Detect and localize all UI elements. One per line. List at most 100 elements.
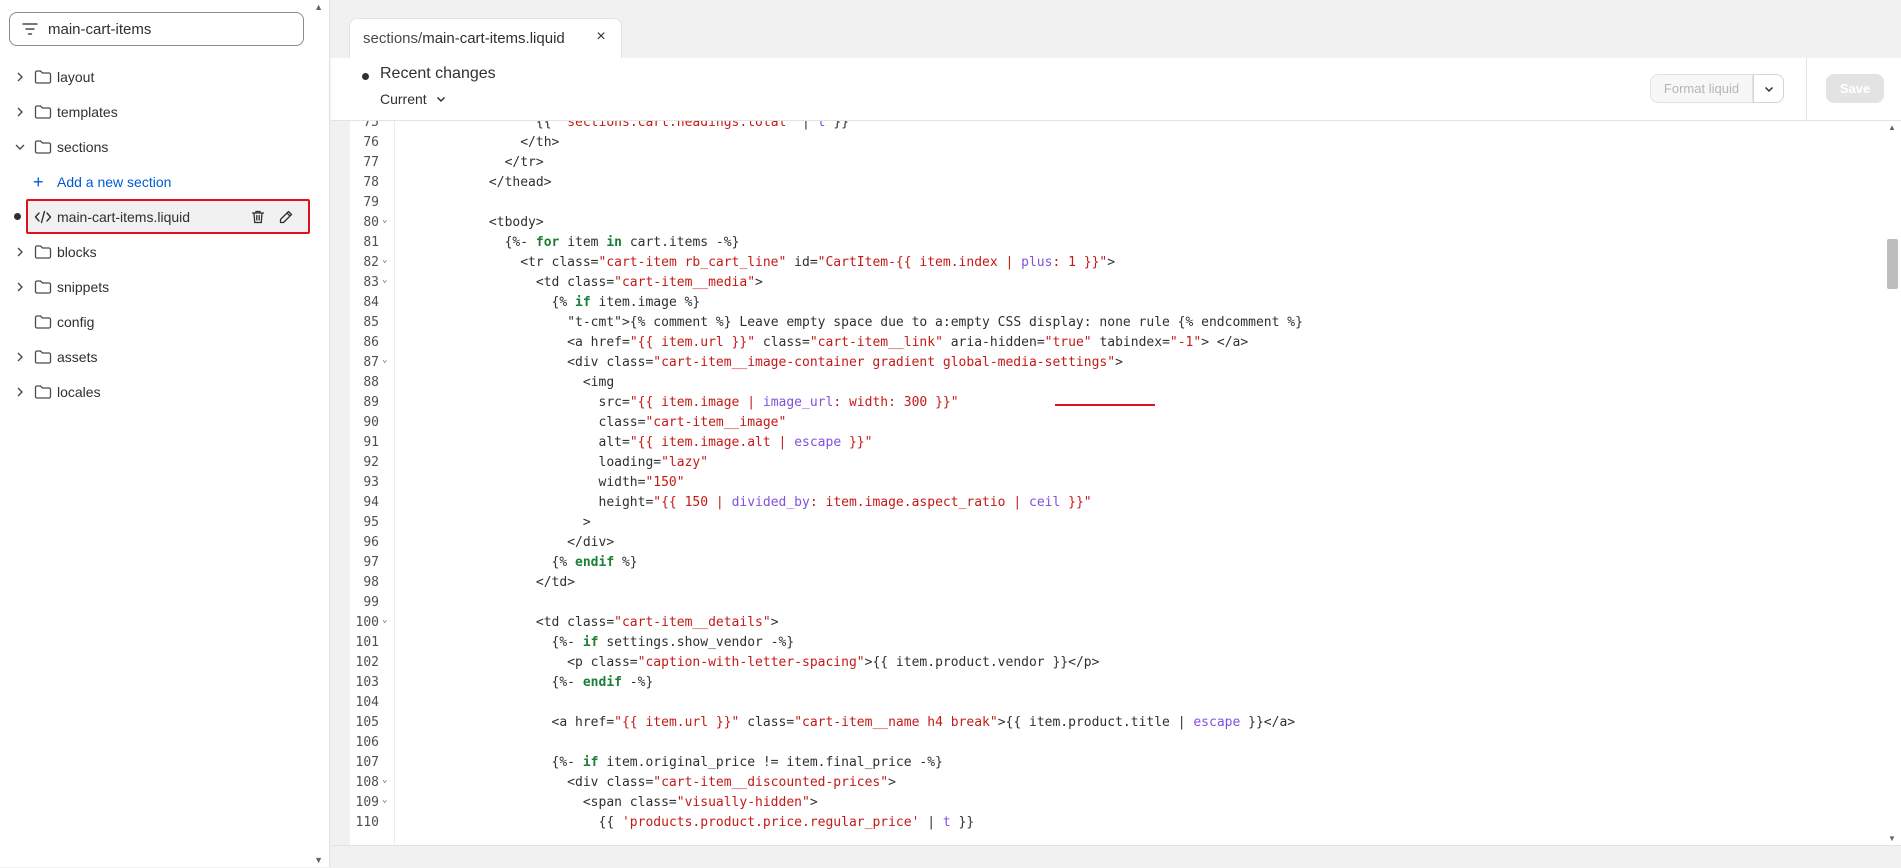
version-dropdown[interactable]: Current [380, 91, 447, 107]
folder-config[interactable]: config [0, 304, 329, 339]
code-line[interactable]: 76 </th> [350, 133, 1870, 153]
folder-templates[interactable]: templates [0, 94, 329, 129]
code-line[interactable]: 96 </div> [350, 533, 1870, 553]
folder-assets[interactable]: assets [0, 339, 329, 374]
code-line[interactable]: 106 [350, 733, 1870, 753]
code-line[interactable]: 79 [350, 193, 1870, 213]
line-number: 110 [355, 815, 379, 830]
line-number: 89 [363, 395, 379, 410]
folder-snippets[interactable]: snippets [0, 269, 329, 304]
filter-icon[interactable] [20, 19, 40, 39]
pencil-icon[interactable] [278, 209, 294, 225]
chevron-right-icon[interactable] [12, 69, 28, 85]
folder-label: assets [57, 348, 98, 365]
code-line[interactable]: 89 src="{{ item.image | image_url: width… [350, 393, 1870, 413]
code-line[interactable]: 98 </td> [350, 573, 1870, 593]
scroll-up-icon[interactable]: ▲ [1888, 123, 1896, 132]
code-line[interactable]: 104 [350, 693, 1870, 713]
chevron-right-icon[interactable] [12, 279, 28, 295]
fold-chevron-icon[interactable]: ⌄ [382, 616, 391, 625]
folder-icon [34, 69, 52, 85]
code-text: {% endif %} [395, 555, 638, 570]
line-number: 82 [363, 255, 379, 270]
code-line[interactable]: 78 </thead> [350, 173, 1870, 193]
format-liquid-button[interactable]: Format liquid [1650, 74, 1753, 103]
code-line[interactable]: 93 width="150" [350, 473, 1870, 493]
trash-icon[interactable] [250, 209, 266, 225]
code-line[interactable]: 92 loading="lazy" [350, 453, 1870, 473]
code-line[interactable]: 95 > [350, 513, 1870, 533]
folder-label: templates [57, 103, 118, 120]
code-line[interactable]: 99 [350, 593, 1870, 613]
code-line[interactable]: 100 ⌄ <td class="cart-item__details"> [350, 613, 1870, 633]
code-line[interactable]: 90 class="cart-item__image" [350, 413, 1870, 433]
code-line[interactable]: 101 {%- if settings.show_vendor -%} [350, 633, 1870, 653]
code-line[interactable]: 84 {% if item.image %} [350, 293, 1870, 313]
code-text: <tr class="cart-item rb_cart_line" id="C… [395, 255, 1116, 270]
chevron-right-icon[interactable] [12, 384, 28, 400]
tab-main-cart-items[interactable]: sections/main-cart-items.liquid × [349, 18, 622, 58]
fold-chevron-icon[interactable]: ⌄ [382, 776, 391, 785]
line-number: 106 [355, 735, 379, 750]
file-search-input[interactable] [48, 20, 288, 38]
code-line[interactable]: 109 ⌄ <span class="visually-hidden"> [350, 793, 1870, 813]
unsaved-dot-indicator [362, 73, 369, 80]
code-line[interactable]: 75 {{ 'sections.cart.headings.total' | t… [350, 121, 1870, 133]
chevron-down-icon[interactable] [12, 139, 28, 155]
fold-chevron-icon[interactable]: ⌄ [382, 216, 391, 225]
code-line[interactable]: 80 ⌄ <tbody> [350, 213, 1870, 233]
editor-scrollbar[interactable]: ▲ ▼ [1885, 121, 1901, 845]
file-main-cart-items[interactable]: main-cart-items.liquid [0, 199, 329, 234]
scroll-up-icon[interactable]: ▲ [314, 2, 323, 12]
scrollbar-thumb[interactable] [1887, 239, 1898, 289]
save-button[interactable]: Save [1826, 74, 1884, 103]
add-new-section-link[interactable]: + Add a new section [0, 164, 329, 199]
code-line[interactable]: 102 <p class="caption-with-letter-spacin… [350, 653, 1870, 673]
chevron-right-icon[interactable] [12, 349, 28, 365]
code-text: {{ 'products.product.price.regular_price… [395, 815, 975, 830]
scroll-down-icon[interactable]: ▼ [314, 855, 323, 865]
code-line[interactable]: 103 {%- endif -%} [350, 673, 1870, 693]
folder-layout[interactable]: layout [0, 59, 329, 94]
fold-chevron-icon[interactable]: ⌄ [382, 796, 391, 805]
fold-chevron-icon[interactable]: ⌄ [382, 276, 391, 285]
line-number: 104 [355, 695, 379, 710]
line-number: 96 [363, 535, 379, 550]
code-line[interactable]: 107 {%- if item.original_price != item.f… [350, 753, 1870, 773]
code-text: {% if item.image %} [395, 295, 701, 310]
fold-chevron-icon[interactable]: ⌄ [382, 356, 391, 365]
code-line[interactable]: 86 <a href="{{ item.url }}" class="cart-… [350, 333, 1870, 353]
file-search-box[interactable] [9, 12, 304, 46]
code-line[interactable]: 108 ⌄ <div class="cart-item__discounted-p… [350, 773, 1870, 793]
line-number: 80 [363, 215, 379, 230]
code-line[interactable]: 85 "t-cmt">{% comment %} Leave empty spa… [350, 313, 1870, 333]
code-line[interactable]: 94 height="{{ 150 | divided_by: item.ima… [350, 493, 1870, 513]
line-number: 88 [363, 375, 379, 390]
folder-locales[interactable]: locales [0, 374, 329, 409]
code-line[interactable]: 82 ⌄ <tr class="cart-item rb_cart_line" i… [350, 253, 1870, 273]
code-line[interactable]: 87 ⌄ <div class="cart-item__image-contain… [350, 353, 1870, 373]
code-line[interactable]: 97 {% endif %} [350, 553, 1870, 573]
scroll-down-icon[interactable]: ▼ [1888, 834, 1896, 843]
code-line[interactable]: 88 <img [350, 373, 1870, 393]
add-section-label: Add a new section [57, 173, 172, 190]
line-number: 83 [363, 275, 379, 290]
code-line[interactable]: 110 {{ 'products.product.price.regular_p… [350, 813, 1870, 833]
chevron-right-icon[interactable] [12, 104, 28, 120]
code-line[interactable]: 81 {%- for item in cart.items -%} [350, 233, 1870, 253]
folder-sections[interactable]: sections [0, 129, 329, 164]
code-editor[interactable]: 75 {{ 'sections.cart.headings.total' | t… [350, 121, 1901, 845]
fold-chevron-icon[interactable]: ⌄ [382, 256, 391, 265]
close-icon[interactable]: × [593, 29, 609, 45]
folder-blocks[interactable]: blocks [0, 234, 329, 269]
code-line[interactable]: 91 alt="{{ item.image.alt | escape }}" [350, 433, 1870, 453]
code-line[interactable]: 105 <a href="{{ item.url }}" class="cart… [350, 713, 1870, 733]
code-line[interactable]: 77 </tr> [350, 153, 1870, 173]
folder-label: snippets [57, 278, 110, 295]
format-options-dropdown[interactable] [1753, 74, 1784, 103]
code-text: class="cart-item__image" [395, 415, 787, 430]
red-underline-annotation [1055, 404, 1155, 406]
code-line[interactable]: 83 ⌄ <td class="cart-item__media"> [350, 273, 1870, 293]
code-text: loading="lazy" [395, 455, 709, 470]
chevron-right-icon[interactable] [12, 244, 28, 260]
